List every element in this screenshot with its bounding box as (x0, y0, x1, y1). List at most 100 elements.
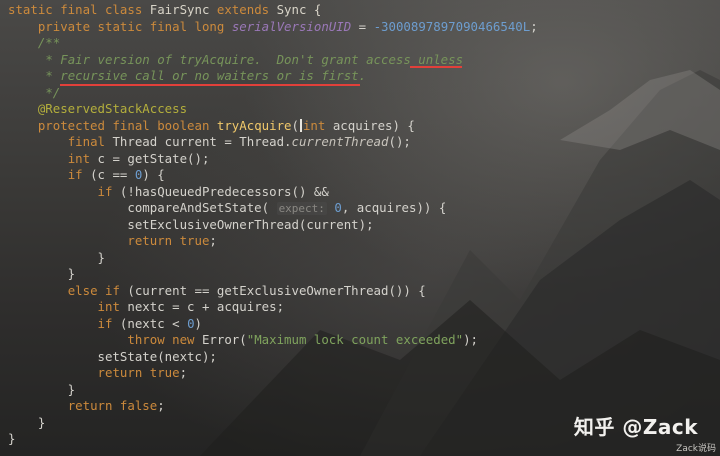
code-line[interactable]: setState(nextc); (8, 349, 720, 366)
code-line[interactable]: static final class FairSync extends Sync… (8, 2, 720, 19)
keyword-token: throw new (127, 332, 202, 347)
number-literal: 0 (187, 315, 195, 331)
code-text: (nextc < (119, 315, 188, 331)
code-line[interactable]: * Fair version of tryAcquire. Don't gran… (8, 52, 720, 69)
method-name-token: tryAcquire (216, 117, 292, 133)
keyword-token: if (97, 315, 120, 331)
watermark-subtext: Zack说码 (676, 444, 716, 454)
class-name-token: Sync { (276, 2, 322, 17)
code-line[interactable]: if (nextc < 0) (8, 316, 720, 333)
code-text: = (351, 18, 374, 34)
code-line[interactable]: throw new Error("Maximum lock count exce… (8, 332, 720, 349)
code-text: ); (463, 332, 478, 347)
code-line[interactable]: @ReservedStackAccess (8, 101, 720, 118)
code-line[interactable]: } (8, 266, 720, 283)
code-text: Error( (201, 332, 247, 347)
code-line[interactable]: int c = getState(); (8, 151, 720, 168)
code-text: } (8, 381, 76, 397)
code-text: , acquires)) { (341, 200, 447, 215)
code-text: } (8, 266, 76, 281)
code-text: (!hasQueuedPredecessors() && (119, 183, 329, 199)
highlight-underline-unless (410, 66, 462, 68)
highlight-underline-comment (60, 84, 360, 86)
keyword-token: int (97, 299, 128, 314)
keyword-token: extends (216, 2, 277, 17)
code-text: ; (530, 18, 538, 34)
code-line[interactable]: final Thread current = Thread.currentThr… (8, 134, 720, 151)
code-text: nextc = c + acquires; (127, 299, 285, 314)
number-literal: 0 (334, 200, 342, 215)
code-line[interactable]: } (8, 382, 720, 399)
code-text: setState(nextc); (8, 348, 217, 364)
code-line[interactable]: return true; (8, 233, 720, 250)
code-text: (); (388, 134, 411, 149)
static-method-token: currentThread (291, 134, 389, 149)
keyword-token: final (67, 134, 113, 149)
code-text: ) { (142, 167, 165, 182)
text-cursor (299, 118, 302, 132)
code-text: acquires) { (332, 117, 415, 133)
code-text: ; (179, 365, 188, 380)
keyword-token: else if (67, 282, 128, 298)
string-literal: "Maximum lock count exceeded" (246, 332, 464, 347)
keyword-token: static final class (8, 2, 150, 17)
code-line[interactable]: } (8, 250, 720, 267)
keyword-token: return true (127, 233, 210, 248)
code-text: } (8, 414, 46, 430)
keyword-token: if (67, 167, 91, 182)
comment-token: * Fair version of tryAcquire. Don't gran… (45, 51, 464, 67)
code-text: compareAndSetState( (8, 200, 277, 215)
code-text: (c == (90, 167, 135, 182)
comment-token: /** (37, 35, 61, 50)
code-line[interactable]: compareAndSetState( expect: 0, acquires)… (8, 200, 720, 217)
code-text: ( (291, 117, 299, 133)
keyword-token: private static final long (37, 18, 232, 34)
code-text: ; (157, 398, 165, 413)
code-text: ) (194, 315, 202, 331)
number-literal: -3000897897090466540L (373, 18, 531, 34)
keyword-token: return false (67, 398, 158, 413)
keyword-token: if (97, 183, 120, 199)
code-line[interactable]: else if (current == getExclusiveOwnerThr… (8, 283, 720, 300)
code-line[interactable]: int nextc = c + acquires; (8, 299, 720, 316)
code-line[interactable]: */ (8, 85, 720, 102)
code-editor[interactable]: static final class FairSync extends Sync… (8, 2, 720, 456)
code-text: c = getState(); (97, 150, 210, 166)
code-text: setExclusiveOwnerThread(current); (8, 216, 374, 232)
code-line[interactable]: /** (8, 35, 720, 52)
keyword-token: int (67, 150, 98, 166)
code-line[interactable]: setExclusiveOwnerThread(current); (8, 217, 720, 234)
field-name-token: serialVersionUID (231, 18, 352, 34)
code-line[interactable]: if (!hasQueuedPredecessors() && (8, 184, 720, 201)
class-name-token: FairSync (149, 2, 217, 17)
code-line[interactable]: private static final long serialVersionU… (8, 19, 720, 36)
parameter-hint: expect: (276, 202, 327, 215)
code-text: ; (209, 233, 217, 248)
keyword-token: protected final boolean (37, 117, 217, 133)
comment-token: * recursive call or no waiters or is fir… (45, 68, 367, 83)
code-text: (current == getExclusiveOwnerThread()) { (127, 282, 426, 298)
code-line[interactable]: protected final boolean tryAcquire(int a… (8, 118, 720, 135)
code-text: Thread current = Thread. (112, 134, 292, 149)
code-line[interactable]: if (c == 0) { (8, 167, 720, 184)
code-line[interactable]: return true; (8, 365, 720, 382)
code-line[interactable]: * recursive call or no waiters or is fir… (8, 68, 720, 85)
comment-token: */ (45, 84, 61, 100)
code-text: } (8, 249, 105, 265)
watermark-logo: 知乎 @Zack (573, 415, 698, 439)
